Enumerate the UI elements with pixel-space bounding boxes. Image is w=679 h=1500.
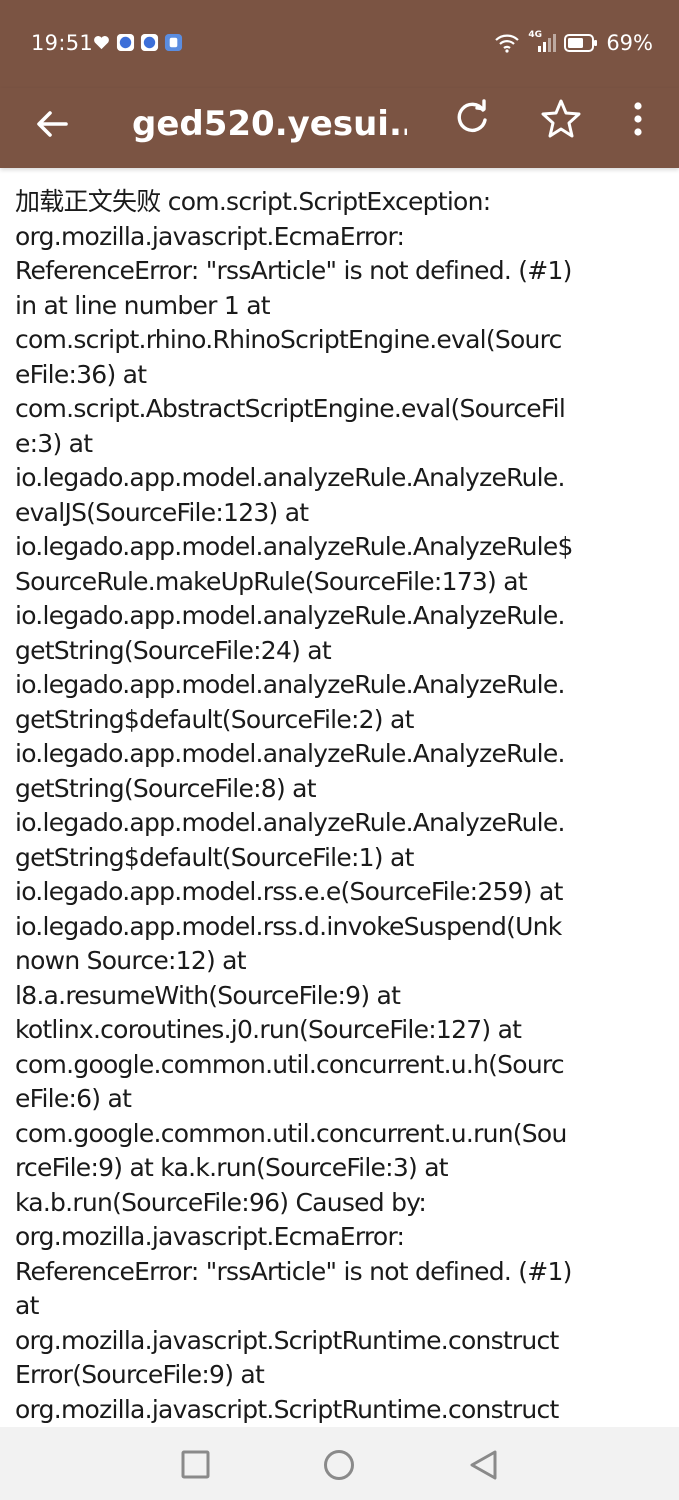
heart-icon xyxy=(94,36,109,50)
content-line: io.legado.app.model.rss.e.e(SourceFile:2… xyxy=(15,877,563,906)
content-line: org.mozilla.javascript.EcmaError: xyxy=(15,1222,405,1251)
content-line: org.mozilla.javascript.ScriptRuntime.con… xyxy=(15,1394,559,1424)
content-line: nown Source:12) at xyxy=(15,946,247,975)
content-line: getString(SourceFile:24) at xyxy=(15,635,332,665)
back-triangle-icon[interactable] xyxy=(462,1445,502,1485)
star-favorite-icon[interactable] xyxy=(538,96,584,142)
home-circle-icon[interactable] xyxy=(319,1445,359,1485)
notification-icons xyxy=(92,33,183,52)
article-content: 加载正文失败 com.script.ScriptException: org.mo… xyxy=(15,185,670,1426)
back-arrow-icon[interactable] xyxy=(30,102,74,146)
battery-percent: 69% xyxy=(606,31,653,55)
status-right-group: 4G 69% xyxy=(494,30,653,55)
content-line: io.legado.app.model.analyzeRule.AnalyzeR… xyxy=(15,601,565,630)
content-line: io.legado.app.model.analyzeRule.AnalyzeR… xyxy=(15,463,565,492)
content-line: in at line number 1 at xyxy=(15,290,271,320)
app-notification-icon xyxy=(140,33,159,52)
content-line: io.legado.app.model.analyzeRule.AnalyzeR… xyxy=(15,808,565,837)
content-line: com.google.common.util.concurrent.u.h(So… xyxy=(15,1049,565,1079)
content-line: Error(SourceFile:9) at xyxy=(15,1360,265,1389)
content-line: evalJS(SourceFile:123) at xyxy=(15,497,309,527)
content-line: rceFile:9) at ka.k.run(SourceFile:3) at xyxy=(15,1153,449,1182)
content-line: io.legado.app.model.analyzeRule.AnalyzeR… xyxy=(15,532,573,561)
refresh-icon[interactable] xyxy=(450,96,494,140)
content-line: getString$default(SourceFile:2) at xyxy=(15,704,414,734)
cellular-signal-icon: 4G xyxy=(528,30,557,53)
recent-apps-icon[interactable] xyxy=(175,1445,215,1485)
content-line: ka.b.run(SourceFile:96) Caused by: xyxy=(15,1187,427,1217)
shield-notification-icon xyxy=(164,33,183,52)
content-line: eFile:6) at xyxy=(15,1084,132,1113)
content-line: io.legado.app.model.analyzeRule.AnalyzeR… xyxy=(15,670,565,699)
content-line: io.legado.app.model.rss.d.invokeSuspend(… xyxy=(15,911,562,941)
content-line: io.legado.app.model.analyzeRule.AnalyzeR… xyxy=(15,739,565,768)
content-line: com.script.rhino.RhinoScriptEngine.eval(… xyxy=(15,325,562,354)
page-title: ged520.yesui.… xyxy=(132,104,407,144)
content-line: e:3) at xyxy=(15,428,93,458)
content-line: kotlinx.coroutines.j0.run(SourceFile:127… xyxy=(15,1015,522,1044)
content-line: ReferenceError: "rssArticle" is not defi… xyxy=(15,1256,572,1286)
content-line: 加载正文失败 com.script.ScriptException: xyxy=(15,187,491,216)
app-toolbar: ged520.yesui.… xyxy=(0,88,679,168)
content-line: com.script.AbstractScriptEngine.eval(Sou… xyxy=(15,394,566,423)
content-line: l8.a.resumeWith(SourceFile:9) at xyxy=(15,980,401,1010)
content-line: getString(SourceFile:8) at xyxy=(15,773,317,803)
content-line: org.mozilla.javascript.ScriptRuntime.con… xyxy=(15,1325,559,1355)
status-time: 19:51 xyxy=(31,31,94,55)
content-line: ReferenceError: "rssArticle" is not defi… xyxy=(15,256,572,285)
app-notification-icon xyxy=(116,33,135,52)
content-line: eFile:36) at xyxy=(15,359,147,389)
content-line: com.google.common.util.concurrent.u.run(… xyxy=(15,1118,567,1148)
system-nav-bar xyxy=(0,1427,679,1500)
more-options-icon[interactable] xyxy=(626,96,650,142)
content-line: at xyxy=(15,1291,39,1320)
battery-icon xyxy=(564,34,598,52)
content-line: org.mozilla.javascript.EcmaError: xyxy=(15,221,405,251)
status-bar: 19:51 4G 69% xyxy=(0,0,679,88)
content-line: SourceRule.makeUpRule(SourceFile:173) at xyxy=(15,566,528,596)
wifi-icon xyxy=(495,34,520,53)
content-line: getString$default(SourceFile:1) at xyxy=(15,842,414,872)
